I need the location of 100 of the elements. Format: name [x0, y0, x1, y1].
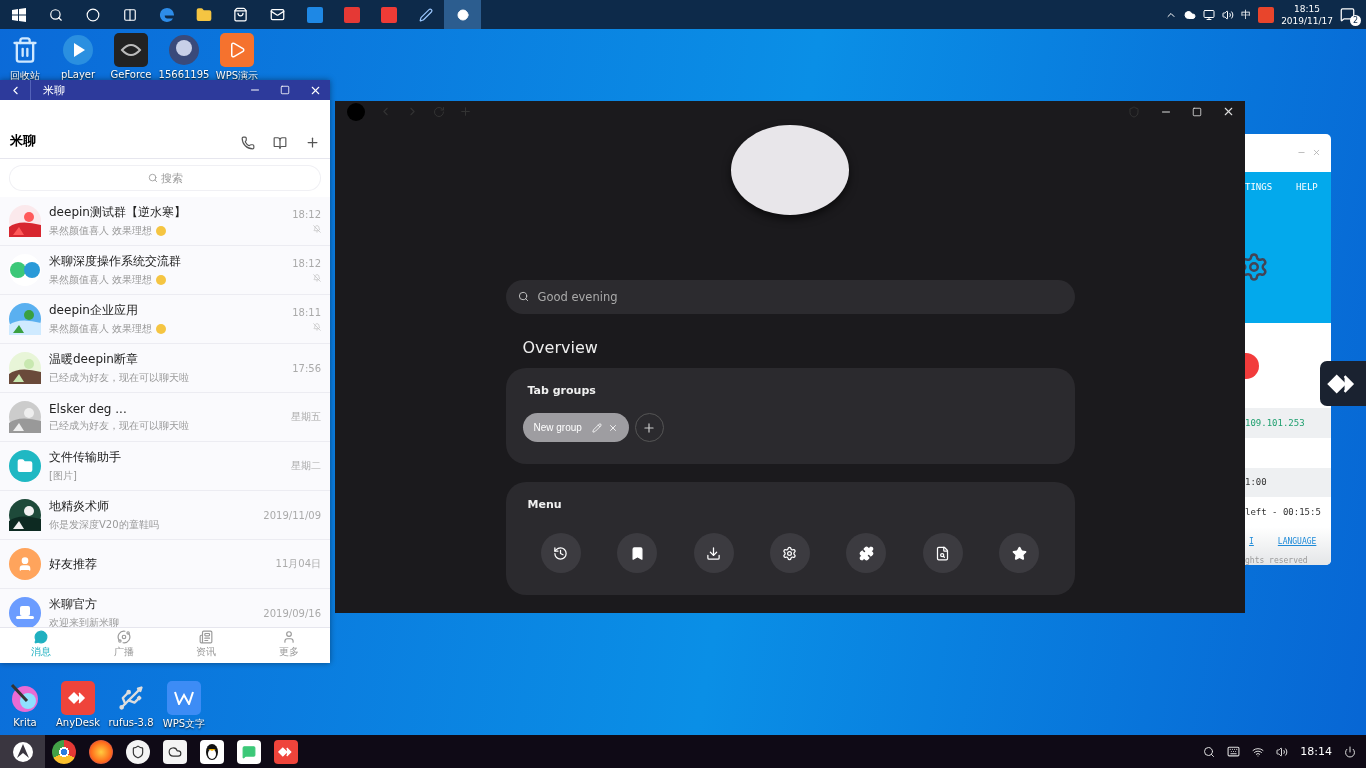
cloud-app-icon[interactable]: [162, 739, 187, 764]
folder-icon[interactable]: [195, 6, 212, 23]
card-title: Tab groups: [526, 384, 597, 397]
firefox-browser-icon[interactable]: [88, 739, 113, 764]
conversation-item[interactable]: 米聊深度操作系统交流群 果然颜值喜人 效果理想 18:12: [0, 246, 330, 295]
download-icon: [706, 545, 722, 561]
message-time: 18:12: [292, 258, 321, 269]
maximize-icon[interactable]: [1192, 106, 1202, 117]
search-field[interactable]: Good evening: [505, 280, 1075, 314]
power-icon[interactable]: [1344, 745, 1356, 758]
conversation-item[interactable]: 地精炎术师 你是发深度V20的童鞋吗 2019/11/09: [0, 491, 330, 540]
store-icon[interactable]: [233, 7, 248, 22]
search-icon: [147, 173, 158, 183]
window-title: 米聊: [30, 80, 240, 100]
chrome-browser-icon[interactable]: [51, 739, 76, 764]
input-method-indicator[interactable]: 中: [1241, 7, 1252, 22]
app-icon[interactable]: [125, 739, 150, 764]
desktop-icon-label[interactable]: GeForce: [110, 69, 152, 80]
network-icon[interactable]: [1203, 8, 1216, 21]
keyboard-icon[interactable]: [1227, 745, 1241, 758]
bookmarks-button[interactable]: [617, 533, 658, 573]
circle-icon[interactable]: [85, 7, 100, 22]
task-view-icon[interactable]: [122, 7, 137, 22]
conversation-item[interactable]: 温暖deepin断章 已经成为好友，现在可以聊天啦 17:56: [0, 344, 330, 393]
menu-item[interactable]: HELP: [1296, 181, 1318, 192]
star-button[interactable]: [999, 533, 1040, 573]
anydesk-app-icon[interactable]: [273, 739, 298, 764]
windows-icon[interactable]: [11, 7, 26, 22]
address-text: 109.101.253: [1245, 417, 1305, 428]
conversation-item[interactable]: deepin企业应用 果然颜值喜人 效果理想 18:11: [0, 295, 330, 344]
desktop-icon-label[interactable]: 15661195: [158, 69, 210, 80]
anydesk-side-tab[interactable]: [1320, 361, 1366, 406]
eye-icon: [120, 41, 142, 59]
play-icon[interactable]: [62, 34, 94, 66]
nav-tab[interactable]: 消息: [0, 628, 83, 663]
diamond-chevron-icon: [68, 691, 88, 705]
desktop-icon-label[interactable]: pLayer: [60, 69, 96, 80]
w-letter-icon: [174, 691, 194, 705]
hat-icon: [16, 606, 34, 620]
circle-icon[interactable]: [456, 8, 469, 21]
planet-icon: [116, 630, 131, 644]
conversation-name: 地精炎术师: [49, 498, 110, 515]
settings-icon: [782, 545, 798, 561]
cloud-icon[interactable]: [1184, 8, 1197, 21]
launcher-button[interactable]: [0, 735, 45, 768]
puzzle-button[interactable]: [846, 533, 887, 573]
desktop-icon-label[interactable]: WPS文字: [162, 717, 206, 731]
settings-button[interactable]: [769, 533, 810, 573]
conversation-item[interactable]: 好友推荐 11月04日: [0, 540, 330, 589]
desktop-icon-label[interactable]: rufus-3.8: [108, 717, 154, 728]
contacts-button[interactable]: [273, 136, 287, 150]
network-icon[interactable]: [1252, 745, 1265, 758]
search-icon[interactable]: [1203, 745, 1216, 758]
folder-icon: [17, 458, 33, 474]
conversation-name: deepin企业应用: [49, 302, 139, 319]
menu-item[interactable]: TINGS: [1245, 181, 1273, 192]
app-icon[interactable]: [114, 33, 148, 67]
file-search-button[interactable]: [922, 533, 963, 573]
presentation-app-icon[interactable]: [220, 33, 254, 67]
clock[interactable]: 18:15 2019/11/17: [1281, 2, 1333, 27]
conversation-item[interactable]: Elsker deg ... 已经成为好友，现在可以聊天啦 星期五: [0, 393, 330, 442]
desktop-icon-label[interactable]: 回收站: [10, 69, 40, 83]
plus-icon: [305, 135, 320, 150]
volume-icon[interactable]: [1222, 8, 1235, 21]
search-icon[interactable]: [48, 7, 63, 22]
conversation-name: 好友推荐: [49, 555, 98, 573]
penguin-app-icon[interactable]: [199, 739, 224, 764]
recycle-bin-icon[interactable]: [11, 36, 39, 64]
phone-icon: [241, 136, 255, 150]
usb-drive-icon[interactable]: [117, 684, 145, 712]
nav-tab[interactable]: 广播: [82, 628, 165, 663]
call-button[interactable]: [241, 136, 255, 150]
pen-icon[interactable]: [418, 7, 433, 22]
nav-tab[interactable]: 更多: [247, 628, 330, 663]
message-preview: 欢迎来到新米聊: [49, 616, 119, 627]
clock[interactable]: 18:14: [1300, 745, 1332, 758]
volume-icon[interactable]: [1276, 745, 1289, 758]
copyright-text: ghts reserved: [1245, 556, 1309, 565]
writer-app-icon[interactable]: [167, 681, 201, 715]
desktop-icon-label[interactable]: Krita: [13, 717, 37, 728]
chat-app-icon[interactable]: [236, 739, 261, 764]
message-preview: 果然颜值喜人 效果理想: [49, 322, 153, 336]
download-button[interactable]: [693, 533, 734, 573]
mail-icon[interactable]: [270, 7, 285, 22]
conversation-item[interactable]: deepin测试群【逆水寒】 果然颜值喜人 效果理想 18:12: [0, 197, 330, 246]
photo-icon[interactable]: [168, 34, 200, 66]
footer-link[interactable]: LANGUAGE: [1277, 537, 1317, 546]
desktop-icon-label[interactable]: WPS演示: [215, 69, 259, 83]
nav-tab[interactable]: 资讯: [165, 628, 248, 663]
maximize-icon: [280, 85, 290, 95]
search-field[interactable]: 搜索: [10, 166, 320, 190]
message-time: 星期五: [291, 410, 321, 424]
footer-link[interactable]: I: [1249, 537, 1254, 546]
history-button[interactable]: [540, 533, 581, 573]
desktop-icon-label[interactable]: AnyDesk: [56, 717, 100, 728]
add-button[interactable]: [305, 135, 320, 150]
play-icon: [228, 41, 246, 59]
news-icon: [199, 630, 214, 644]
paint-brush-icon[interactable]: [9, 682, 41, 714]
browser-icon[interactable]: [158, 6, 175, 23]
